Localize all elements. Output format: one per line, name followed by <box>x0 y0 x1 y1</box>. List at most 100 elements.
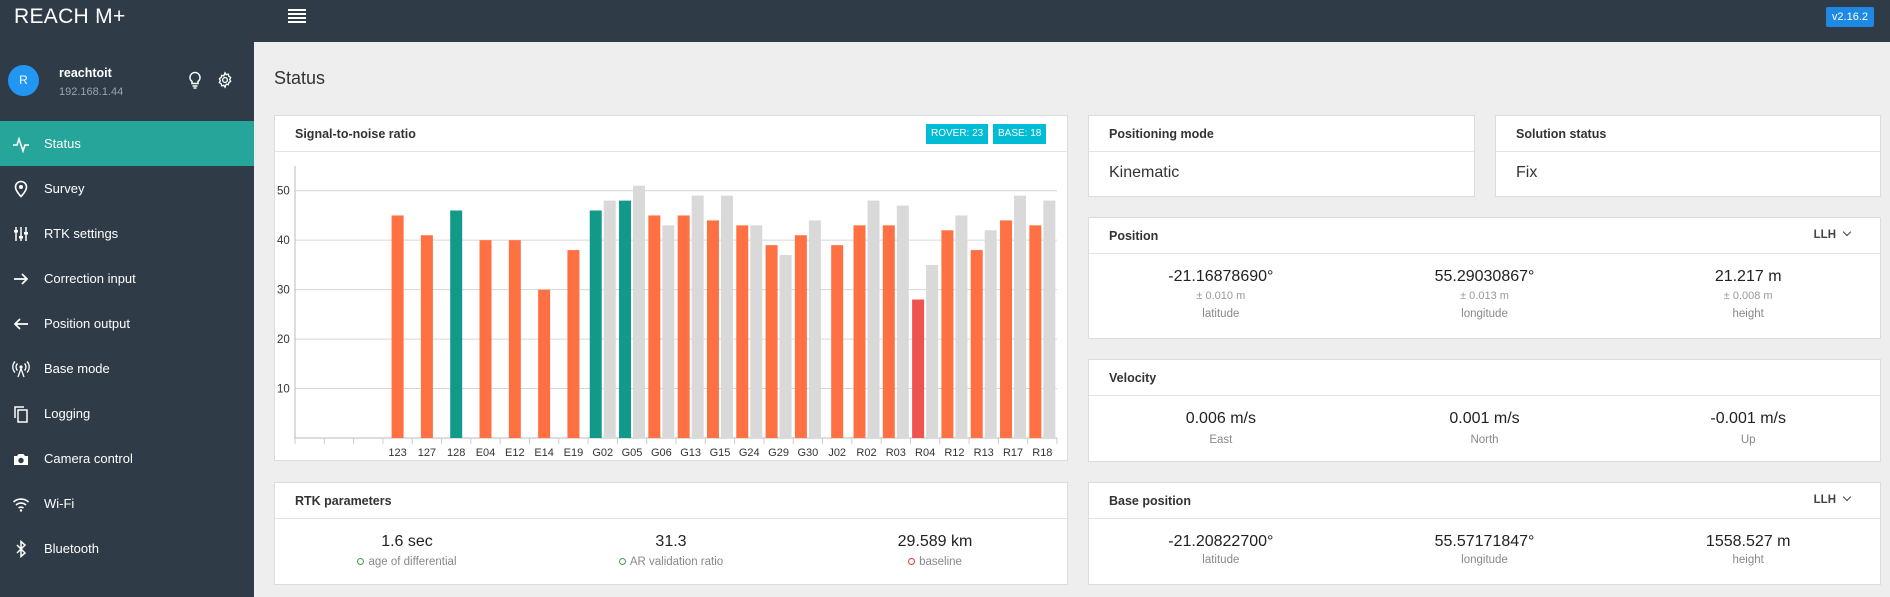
rover-bar-E19 <box>567 250 580 438</box>
rtk-parameters-values: 1.6 sec age of differential 31.3 AR validat… <box>275 533 1067 568</box>
rover-bar-G15 <box>706 220 719 438</box>
device-ip: 192.168.1.44 <box>59 86 124 98</box>
snr-title: Signal-to-noise ratio <box>295 127 416 141</box>
position-title: Position <box>1109 229 1159 243</box>
rover-bar-123 <box>391 215 404 438</box>
sidebar-item-rtk-settings[interactable]: RTK settings <box>0 211 254 256</box>
rover-bar-R03 <box>882 225 895 438</box>
sidebar-item-wi-fi[interactable]: Wi-Fi <box>0 481 254 526</box>
position-longitude: 55.29030867° ± 0.013 m longitude <box>1353 268 1617 320</box>
base-bar-R12 <box>955 215 968 438</box>
base-bar-R18 <box>1043 200 1056 438</box>
x-tick-label: G06 <box>651 447 672 459</box>
rover-bar-128 <box>450 210 463 438</box>
sidebar-item-label: Position output <box>44 316 131 331</box>
y-tick-label: 20 <box>277 334 290 346</box>
x-tick-label: G29 <box>768 447 789 459</box>
positioning-mode-card: Positioning mode Kinematic <box>1088 115 1475 197</box>
rtk-label: AR validation ratio <box>629 556 724 568</box>
x-tick-label: G30 <box>797 447 818 459</box>
base-position-values: -21.20822700° latitude 55.57171847° longitu… <box>1089 533 1880 566</box>
rover-bar-R04 <box>912 299 925 438</box>
base-position-value: -21.20822700° <box>1168 533 1274 550</box>
velocity-values: 0.006 m/s East 0.001 m/s North -0.001 m/s Up <box>1089 410 1880 446</box>
velocity-card: Velocity 0.006 m/s East 0.001 m/s North -0.0… <box>1088 359 1881 462</box>
map-pin-icon <box>11 179 31 199</box>
rover-bar-R13 <box>970 250 983 438</box>
x-tick-label: 123 <box>388 447 406 459</box>
velocity-up: -0.001 m/s Up <box>1616 410 1880 446</box>
sidebar-item-position-output[interactable]: Position output <box>0 301 254 346</box>
rover-bar-G13 <box>677 215 690 438</box>
x-tick-label: E14 <box>534 447 554 459</box>
x-tick-label: 127 <box>418 447 436 459</box>
sliders-icon <box>11 224 31 244</box>
base-position-title: Base position <box>1109 494 1191 508</box>
menu-icon[interactable] <box>288 7 306 25</box>
velocity-value: 0.006 m/s <box>1185 410 1256 427</box>
x-tick-label: R02 <box>856 447 876 459</box>
position-value: 21.217 m <box>1714 268 1782 285</box>
velocity-east: 0.006 m/s East <box>1089 410 1353 446</box>
sidebar-item-status[interactable]: Status <box>0 121 254 166</box>
x-tick-label: E12 <box>505 447 525 459</box>
base-position-label: longitude <box>1461 554 1508 566</box>
sidebar-item-correction-input[interactable]: Correction input <box>0 256 254 301</box>
base-bar-G15 <box>720 195 733 438</box>
lightbulb-icon[interactable] <box>187 71 203 89</box>
sidebar-item-logging[interactable]: Logging <box>0 391 254 436</box>
rtk-label: baseline <box>919 556 962 568</box>
velocity-title: Velocity <box>1109 371 1157 385</box>
position-format-dropdown[interactable]: LLH <box>1814 227 1852 241</box>
position-latitude: -21.16878690° ± 0.010 m latitude <box>1089 268 1353 320</box>
y-tick-label: 40 <box>277 235 290 247</box>
rover-bar-R18 <box>1029 225 1042 438</box>
x-tick-label: E19 <box>564 447 584 459</box>
base-position-label: height <box>1732 554 1764 566</box>
rtk-value: 1.6 sec <box>381 533 433 550</box>
x-tick-label: G05 <box>622 447 643 459</box>
base-position-value: 55.57171847° <box>1434 533 1535 550</box>
status-dot-icon <box>357 558 365 565</box>
velocity-label: East <box>1209 434 1233 446</box>
rover-bar-G30 <box>794 235 807 438</box>
sidebar-item-base-mode[interactable]: Base mode <box>0 346 254 391</box>
velocity-value: -0.001 m/s <box>1710 410 1786 427</box>
position-values: -21.16878690° ± 0.010 m latitude 55.2903086… <box>1089 268 1880 320</box>
sidebar-item-survey[interactable]: Survey <box>0 166 254 211</box>
pulse-icon <box>11 134 31 154</box>
user-panel: R reachtoit 192.168.1.44 <box>0 42 254 120</box>
rover-bar-R17 <box>1000 220 1013 438</box>
sidebar-item-bluetooth[interactable]: Bluetooth <box>0 526 254 571</box>
y-tick-label: 50 <box>277 186 290 198</box>
positioning-mode-value: Kinematic <box>1109 164 1180 181</box>
rover-bar-E04 <box>479 240 492 438</box>
x-tick-label: R03 <box>886 447 906 459</box>
sidebar-item-label: Wi-Fi <box>44 496 75 511</box>
rtk-value: 31.3 <box>655 533 687 550</box>
rover-bar-R02 <box>853 225 866 438</box>
antenna-icon <box>11 359 31 379</box>
x-tick-label: G02 <box>592 447 613 459</box>
camera-icon <box>11 449 31 469</box>
y-tick-label: 10 <box>277 384 290 396</box>
gear-icon[interactable] <box>216 71 234 89</box>
x-tick-label: R17 <box>1003 447 1023 459</box>
rover-bar-E12 <box>508 240 521 438</box>
rover-bar-G29 <box>765 245 778 438</box>
rover-bar-J02 <box>831 245 844 438</box>
base-bar-R03 <box>896 205 909 438</box>
x-tick-label: J02 <box>828 447 846 459</box>
base-position-format-dropdown[interactable]: LLH <box>1814 492 1852 506</box>
base-badge: BASE: 18 <box>993 124 1047 144</box>
sidebar-item-camera-control[interactable]: Camera control <box>0 436 254 481</box>
base-bar-R02 <box>867 200 880 438</box>
wifi-icon <box>11 494 31 514</box>
base-bar-G29 <box>779 255 792 438</box>
rtk-parameters-card: RTK parameters 1.6 sec age of differentia… <box>274 482 1068 585</box>
rtk-label: age of differential <box>368 556 457 568</box>
base-bar-G24 <box>750 225 763 438</box>
position-label: height <box>1732 308 1764 320</box>
chevron-down-icon <box>1842 492 1852 502</box>
base-bar-G05 <box>633 185 646 438</box>
